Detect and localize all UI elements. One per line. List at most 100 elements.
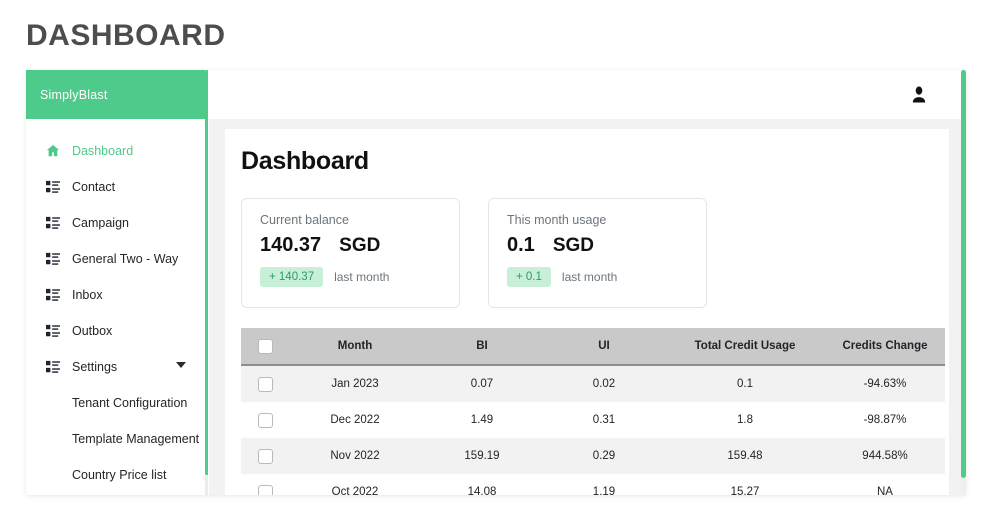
row-checkbox[interactable] bbox=[257, 484, 273, 495]
cell-ui: 0.29 bbox=[592, 450, 616, 462]
cell-ui: 1.19 bbox=[592, 486, 616, 495]
cell-change: -94.63% bbox=[863, 378, 907, 390]
sidebar-item-dashboard[interactable]: Dashboard bbox=[26, 133, 208, 169]
sidebar-subitem-label: Tenant Configuration bbox=[72, 396, 188, 410]
row-select-cell bbox=[241, 438, 289, 474]
sidebar-item-label: Dashboard bbox=[72, 144, 134, 158]
list-icon bbox=[46, 180, 60, 194]
cell-month: Dec 2022 bbox=[330, 414, 380, 426]
cell-bi: 0.07 bbox=[470, 378, 494, 390]
usage-table-wrapper: Month BI UI Total Credit Usage Credits C… bbox=[241, 328, 945, 495]
sidebar-subitem-template-management[interactable]: Template Management bbox=[26, 421, 208, 457]
sidebar-item-outbox[interactable]: Outbox bbox=[26, 313, 208, 349]
row-select-cell bbox=[241, 402, 289, 438]
stat-card-value: 0.1 bbox=[507, 234, 535, 256]
home-icon bbox=[46, 144, 60, 158]
select-all-checkbox[interactable] bbox=[257, 338, 273, 354]
cell-bi: 1.49 bbox=[470, 414, 494, 426]
table-header-bi[interactable]: BI bbox=[421, 328, 543, 366]
user-icon[interactable] bbox=[911, 86, 927, 103]
table-row[interactable]: Jan 2023 0.07 0.02 0.1 -94.63% bbox=[241, 365, 945, 402]
table-row[interactable]: Dec 2022 1.49 0.31 1.8 -98.87% bbox=[241, 402, 945, 438]
stat-cards-row: Current balance 140.37 SGD + 140.37 last… bbox=[241, 198, 949, 308]
stat-card-currency: SGD bbox=[339, 235, 381, 256]
row-checkbox[interactable] bbox=[257, 412, 273, 428]
stat-card-currency: SGD bbox=[552, 235, 594, 256]
sidebar-item-contact[interactable]: Contact bbox=[26, 169, 208, 205]
stat-card-this-month-usage: This month usage 0.1 SGD + 0.1 last mont… bbox=[488, 198, 707, 308]
table-header-ui[interactable]: UI bbox=[543, 328, 665, 366]
table-header-row: Month BI UI Total Credit Usage Credits C… bbox=[241, 328, 945, 366]
page-scrollbar[interactable] bbox=[961, 70, 966, 495]
cell-total: 0.1 bbox=[737, 378, 753, 390]
stat-card-value: 140.37 bbox=[260, 234, 322, 256]
cell-change: -98.87% bbox=[863, 414, 907, 426]
page-scrollbar-thumb[interactable] bbox=[961, 70, 966, 478]
sidebar-brand-label: SimplyBlast bbox=[40, 87, 108, 102]
table-row[interactable]: Oct 2022 14.08 1.19 15.27 NA bbox=[241, 474, 945, 495]
list-icon bbox=[46, 360, 60, 374]
sidebar-item-inbox[interactable]: Inbox bbox=[26, 277, 208, 313]
dashboard-card: Dashboard Current balance 140.37 SGD + 1… bbox=[225, 129, 949, 495]
sidebar-scrollbar-thumb[interactable] bbox=[205, 70, 208, 475]
row-checkbox[interactable] bbox=[257, 448, 273, 464]
status-badge: + 0.1 bbox=[507, 267, 551, 287]
sidebar-subitem-label: Template Management bbox=[72, 432, 200, 446]
stat-card-footer-text: last month bbox=[334, 270, 390, 284]
cell-bi: 14.08 bbox=[467, 486, 497, 495]
sidebar-item-label: General Two - Way bbox=[72, 252, 179, 266]
row-select-cell bbox=[241, 474, 289, 495]
sidebar-brand[interactable]: SimplyBlast bbox=[26, 70, 208, 119]
sidebar-subitem-user-management[interactable]: User Management bbox=[26, 493, 208, 495]
app-window: SimplyBlast Dashboard Contact Campaign G… bbox=[26, 70, 966, 495]
sidebar-item-label: Inbox bbox=[72, 288, 103, 302]
page-title: DASHBOARD bbox=[26, 19, 226, 52]
stat-card-label: Current balance bbox=[260, 213, 349, 227]
sidebar-subitem-country-price-list[interactable]: Country Price list bbox=[26, 457, 208, 493]
list-icon bbox=[46, 324, 60, 338]
cell-ui: 0.31 bbox=[592, 414, 616, 426]
stat-card-label: This month usage bbox=[507, 213, 607, 227]
table-body: Jan 2023 0.07 0.02 0.1 -94.63% Dec 2022 … bbox=[241, 365, 945, 495]
sidebar-item-label: Campaign bbox=[72, 216, 129, 230]
sidebar-item-general-two-way[interactable]: General Two - Way bbox=[26, 241, 208, 277]
cell-change: NA bbox=[877, 486, 893, 495]
cell-ui: 0.02 bbox=[592, 378, 616, 390]
list-icon bbox=[46, 252, 60, 266]
sidebar-subitem-tenant-configuration[interactable]: Tenant Configuration bbox=[26, 385, 208, 421]
cell-change: 944.58% bbox=[862, 450, 908, 462]
status-badge: + 140.37 bbox=[260, 267, 324, 287]
list-icon bbox=[46, 288, 60, 302]
row-checkbox[interactable] bbox=[257, 376, 273, 392]
list-icon bbox=[46, 216, 60, 230]
cell-month: Oct 2022 bbox=[331, 486, 379, 495]
sidebar-nav: Dashboard Contact Campaign General Two -… bbox=[26, 119, 208, 495]
table-header-credits-change[interactable]: Credits Change bbox=[825, 328, 945, 366]
table-header-select-all bbox=[241, 328, 289, 366]
sidebar-scrollbar[interactable] bbox=[205, 70, 208, 495]
sidebar-subitem-label: Country Price list bbox=[72, 468, 167, 482]
sidebar-item-label: Contact bbox=[72, 180, 116, 194]
stat-card-footer-text: last month bbox=[561, 270, 618, 284]
stat-card-footer: + 140.37 last month bbox=[260, 267, 441, 287]
content-area: Dashboard Current balance 140.37 SGD + 1… bbox=[209, 119, 966, 495]
cell-bi: 159.19 bbox=[464, 450, 500, 462]
cell-total: 159.48 bbox=[727, 450, 763, 462]
sidebar-item-settings[interactable]: Settings bbox=[26, 349, 208, 385]
table-header-total-credit-usage[interactable]: Total Credit Usage bbox=[665, 328, 825, 366]
table-header-month[interactable]: Month bbox=[289, 328, 421, 366]
sidebar-item-campaign[interactable]: Campaign bbox=[26, 205, 208, 241]
chevron-down-icon[interactable] bbox=[176, 362, 186, 368]
stat-card-value-row: 0.1 SGD bbox=[507, 234, 688, 257]
row-select-cell bbox=[241, 365, 289, 402]
sidebar-item-label: Settings bbox=[72, 360, 118, 374]
stat-card-value-row: 140.37 SGD bbox=[260, 234, 441, 257]
cell-total: 1.8 bbox=[737, 414, 753, 426]
cell-month: Jan 2023 bbox=[331, 378, 379, 390]
table-row[interactable]: Nov 2022 159.19 0.29 159.48 944.58% bbox=[241, 438, 945, 474]
sidebar-item-label: Outbox bbox=[72, 324, 113, 338]
usage-table: Month BI UI Total Credit Usage Credits C… bbox=[241, 328, 945, 495]
cell-month: Nov 2022 bbox=[330, 450, 380, 462]
sidebar: SimplyBlast Dashboard Contact Campaign G… bbox=[26, 70, 208, 495]
topbar bbox=[209, 70, 966, 119]
